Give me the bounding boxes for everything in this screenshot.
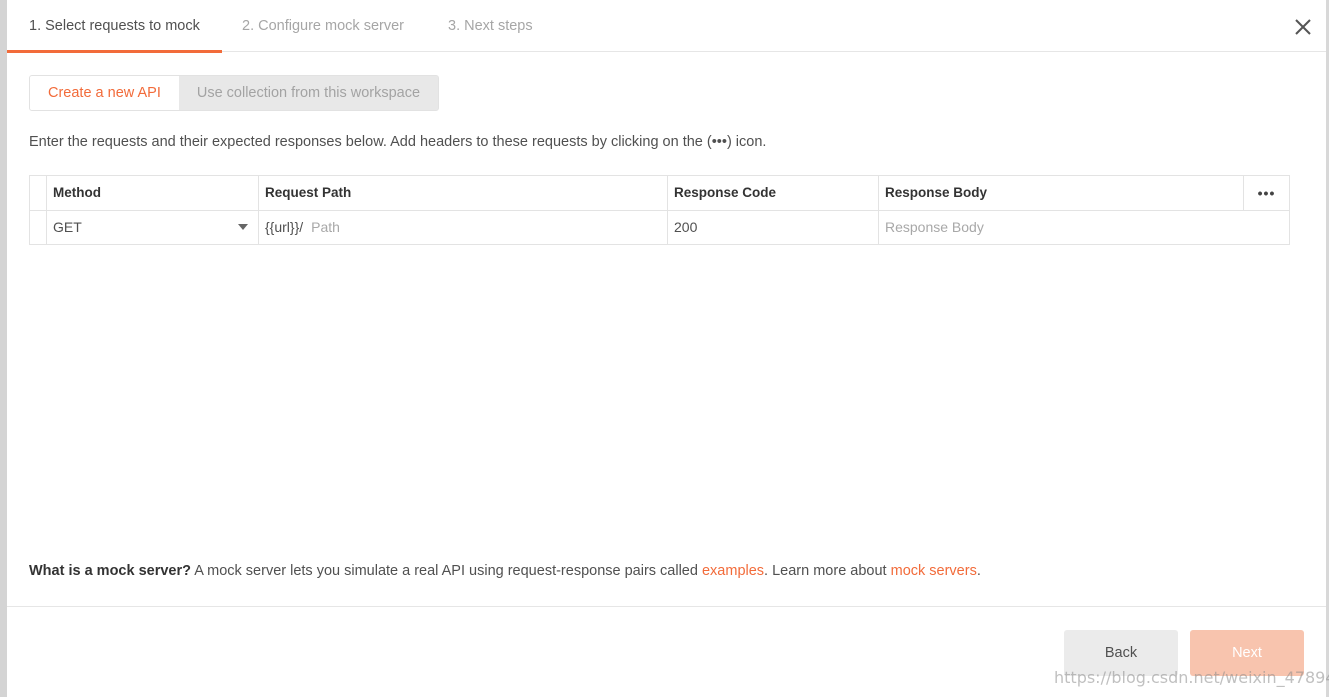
request-path-header: Request Path (258, 175, 668, 211)
requests-table: Method Request Path Response Code Respon… (29, 175, 1290, 245)
request-path-cell: {{url}}/ Path (258, 209, 668, 245)
response-body-placeholder: Response Body (885, 219, 984, 236)
mock-server-info: What is a mock server? A mock server let… (29, 563, 981, 579)
response-body-header: Response Body (878, 175, 1244, 211)
method-select[interactable]: GET (53, 219, 252, 235)
backdrop (0, 0, 7, 697)
tab-configure-mock-server[interactable]: 2. Configure mock server (242, 0, 404, 51)
instructions-text: Enter the requests and their expected re… (29, 134, 767, 150)
method-value: GET (53, 219, 82, 236)
request-path-input[interactable]: {{url}}/ Path (265, 219, 661, 235)
use-collection-option[interactable]: Use collection from this workspace (178, 76, 439, 110)
tab-select-requests[interactable]: 1. Select requests to mock (7, 0, 222, 53)
step-tabs: 1. Select requests to mock 2. Configure … (7, 0, 1326, 53)
watermark: https://blog.csdn.net/weixin_47894005 (1054, 668, 1329, 687)
table-header-row: Method Request Path Response Code Respon… (29, 175, 1290, 211)
method-header: Method (46, 175, 259, 211)
tab-next-steps[interactable]: 3. Next steps (448, 0, 533, 51)
source-toggle: Create a new API Use collection from thi… (29, 75, 440, 111)
method-cell: GET (46, 209, 259, 245)
table-row: GET {{url}}/ Path 200 Response Body (29, 209, 1290, 245)
chevron-down-icon (238, 224, 248, 231)
more-options-cell: ••• (1243, 175, 1290, 211)
response-code-input[interactable]: 200 (667, 209, 879, 245)
path-prefix: {{url}}/ (265, 219, 304, 236)
footer-divider (7, 606, 1326, 607)
response-code-header: Response Code (667, 175, 879, 211)
info-text: A mock server lets you simulate a real A… (191, 563, 702, 579)
response-body-input[interactable]: Response Body (878, 209, 1290, 245)
info-text-middle: . Learn more about (764, 563, 891, 579)
row-gutter (29, 209, 47, 245)
row-gutter (29, 175, 47, 211)
close-icon[interactable] (1292, 16, 1314, 38)
info-text-end: . (976, 563, 981, 579)
mock-servers-link[interactable]: mock servers (891, 563, 977, 579)
path-placeholder: Path (311, 219, 340, 236)
create-new-api-option[interactable]: Create a new API (30, 76, 179, 110)
more-options-icon[interactable]: ••• (1258, 185, 1276, 201)
info-heading: What is a mock server? (29, 563, 191, 579)
mock-server-modal: 1. Select requests to mock 2. Configure … (7, 0, 1329, 697)
examples-link[interactable]: examples (702, 563, 764, 579)
